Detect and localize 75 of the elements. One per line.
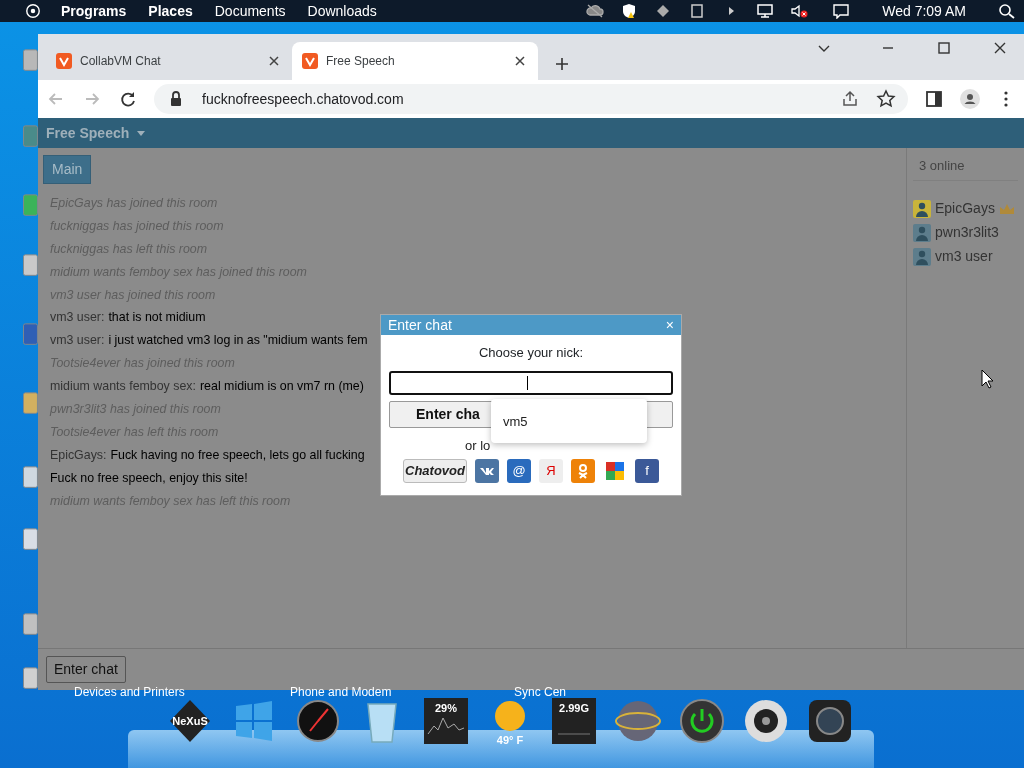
chatovod-login-button[interactable]: Chatovod — [403, 459, 467, 483]
menu-circle-icon[interactable] — [24, 3, 42, 19]
globe-widget-icon[interactable] — [614, 698, 662, 744]
dialog-close-button[interactable]: × — [665, 314, 674, 336]
address-bar[interactable]: fucknofreespeech.chatovod.com — [154, 84, 908, 114]
share-icon[interactable] — [840, 89, 860, 109]
chatovod-favicon-icon — [302, 53, 318, 69]
speaker-widget-icon[interactable] — [742, 698, 790, 744]
autocomplete-option[interactable]: vm5 — [491, 399, 647, 445]
star-icon[interactable] — [876, 89, 896, 109]
close-icon[interactable] — [992, 40, 1008, 56]
message-text: i just watched vm3 log in as "midium wants fem — [108, 332, 368, 350]
widget-label: 49° F — [495, 733, 525, 748]
chatovod-favicon-icon — [56, 53, 72, 69]
desktop-shortcut-icon[interactable] — [22, 611, 38, 636]
login-mail-button[interactable]: @ — [507, 459, 531, 483]
panel-menu[interactable]: Downloads — [296, 0, 388, 22]
desktop-shortcut-icon[interactable] — [22, 465, 38, 490]
google-logo-icon — [606, 462, 624, 480]
message-text: real midium is on vm7 rn (me) — [200, 378, 364, 396]
enter-chat-button[interactable]: Enter chat — [46, 656, 126, 683]
login-text: or lo — [464, 436, 492, 455]
cloud-off-icon[interactable] — [586, 3, 605, 19]
mouse-pointer-icon — [981, 369, 995, 389]
browser-tab[interactable]: Free Speech — [292, 42, 538, 80]
login-ok-button[interactable] — [571, 459, 595, 483]
widget-label: 29% — [434, 701, 458, 716]
browser-tab[interactable]: CollabVM Chat — [46, 42, 292, 80]
desktop-label[interactable]: Devices and Printers — [74, 683, 185, 701]
cpu-widget-icon[interactable] — [422, 698, 470, 744]
nick-field[interactable] — [389, 370, 673, 395]
login-yandex-button[interactable]: Я — [539, 459, 563, 483]
user-name[interactable]: EpicGays — [935, 198, 995, 219]
memory-widget-icon[interactable] — [550, 698, 598, 744]
power-widget-icon[interactable] — [678, 698, 726, 744]
message-text: that is not midium — [108, 309, 206, 327]
panel-menu[interactable]: Programs — [50, 0, 138, 22]
new-tab-icon[interactable] — [554, 56, 570, 72]
panel-menu[interactable]: Places — [137, 0, 204, 22]
network-icon[interactable] — [756, 3, 775, 19]
message-text: Fuck having no free speech, lets go all fucking — [110, 446, 365, 464]
message-author[interactable]: EpicGays: — [50, 443, 107, 467]
panel-clock[interactable]: Wed 7:09 AM — [882, 0, 966, 22]
room-title[interactable]: Free Speech — [46, 122, 130, 144]
desktop-shortcut-icon[interactable] — [22, 527, 38, 552]
side-panel-icon[interactable] — [924, 89, 944, 109]
user-name[interactable]: pwn3r3lit3 — [935, 222, 999, 243]
desktop-shortcut-icon[interactable] — [22, 665, 38, 691]
nick-prompt: Choose your nick: — [477, 344, 585, 362]
speaker-muted-icon[interactable] — [790, 3, 809, 19]
tab-title: Free Speech — [326, 53, 396, 70]
message-author[interactable]: vm3 user: — [50, 306, 105, 330]
clock-widget-icon[interactable] — [294, 698, 342, 744]
panel-menu[interactable]: Documents — [203, 0, 297, 22]
profile-icon[interactable] — [960, 89, 980, 109]
login-google-button[interactable] — [603, 459, 627, 483]
notification-icon[interactable] — [832, 3, 851, 19]
tab-title: CollabVM Chat — [80, 53, 162, 70]
login-vk-button[interactable] — [475, 459, 499, 483]
message-author[interactable]: midium wants femboy sex: — [50, 375, 196, 398]
login-facebook-button[interactable]: f — [635, 459, 659, 483]
widget-label: NeXuS — [171, 714, 209, 729]
desktop-label[interactable]: Sync Cen — [514, 683, 567, 701]
url-text: fucknofreespeech.chatovod.com — [202, 89, 405, 109]
desktop-label[interactable]: Phone and Modem — [290, 683, 392, 701]
camera-widget-icon[interactable] — [806, 698, 854, 744]
search-icon[interactable] — [998, 3, 1016, 19]
dialog-title: Enter chat — [388, 315, 452, 335]
message-author[interactable]: vm3 user: — [50, 329, 105, 353]
online-count: 3 online — [913, 156, 1018, 181]
room-tab[interactable]: Main — [43, 155, 92, 184]
user-name[interactable]: vm3 user — [935, 246, 993, 267]
widget-label: 2.99G — [558, 701, 590, 716]
chat-notice: Fuck no free speech, enjoy this site! — [50, 469, 248, 487]
maximize-icon[interactable] — [936, 40, 952, 56]
